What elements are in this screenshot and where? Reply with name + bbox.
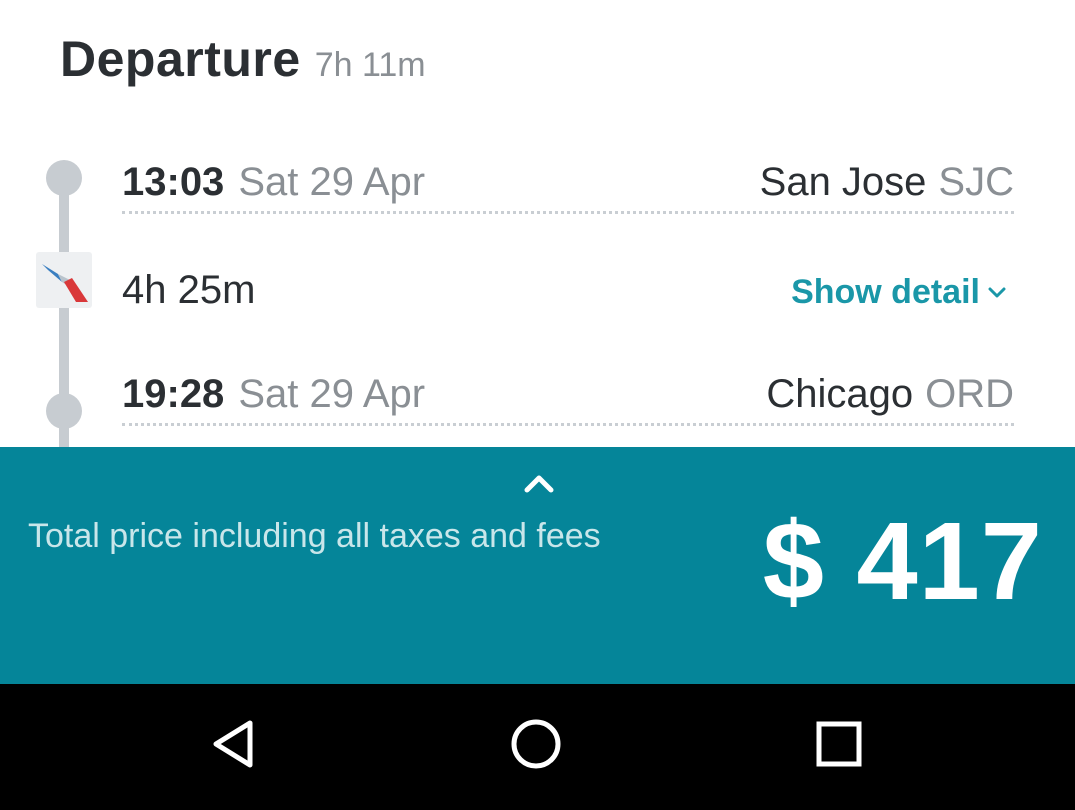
arrival-dot-icon	[46, 393, 82, 429]
arrival-city: Chicago	[766, 372, 914, 416]
departure-header: Departure 7h 11m	[60, 30, 426, 100]
departure-dot-icon	[46, 160, 82, 196]
home-button[interactable]	[496, 704, 576, 784]
arrival-airport-code: ORD	[925, 372, 1014, 416]
departure-time: 13:03	[122, 160, 225, 204]
arrival-row: 19:28 Sat 29 Apr Chicago ORD	[122, 372, 1014, 426]
total-price-label: Total price including all taxes and fees	[28, 517, 601, 555]
flight-details-screen: Departure 7h 11m 13:03 Sat 29 Apr San Jo…	[0, 0, 1075, 810]
arrival-time: 19:28	[122, 372, 225, 416]
flight-duration: 4h 25m	[122, 268, 256, 312]
recents-square-icon	[816, 721, 862, 767]
departure-row: 13:03 Sat 29 Apr San Jose SJC	[122, 160, 1014, 214]
airline-logo-icon	[36, 252, 92, 308]
page-title: Departure	[60, 31, 301, 87]
departure-airport-code: SJC	[938, 160, 1014, 204]
back-button[interactable]	[193, 704, 273, 784]
chevron-down-icon	[988, 287, 1006, 297]
total-duration: 7h 11m	[314, 46, 426, 84]
back-triangle-icon	[213, 720, 253, 768]
departure-date: Sat 29 Apr	[238, 160, 426, 204]
show-detail-label: Show detail	[791, 273, 980, 311]
show-detail-button[interactable]: Show detail	[791, 273, 1006, 312]
arrival-date: Sat 29 Apr	[238, 372, 426, 416]
departure-city: San Jose	[759, 160, 927, 204]
recents-button[interactable]	[799, 704, 879, 784]
total-price: $ 417	[762, 500, 1043, 623]
home-circle-icon	[511, 719, 561, 769]
flight-duration-row: 4h 25m Show detail	[122, 268, 1014, 313]
chevron-up-icon[interactable]	[521, 470, 557, 496]
android-nav-bar	[0, 684, 1075, 810]
